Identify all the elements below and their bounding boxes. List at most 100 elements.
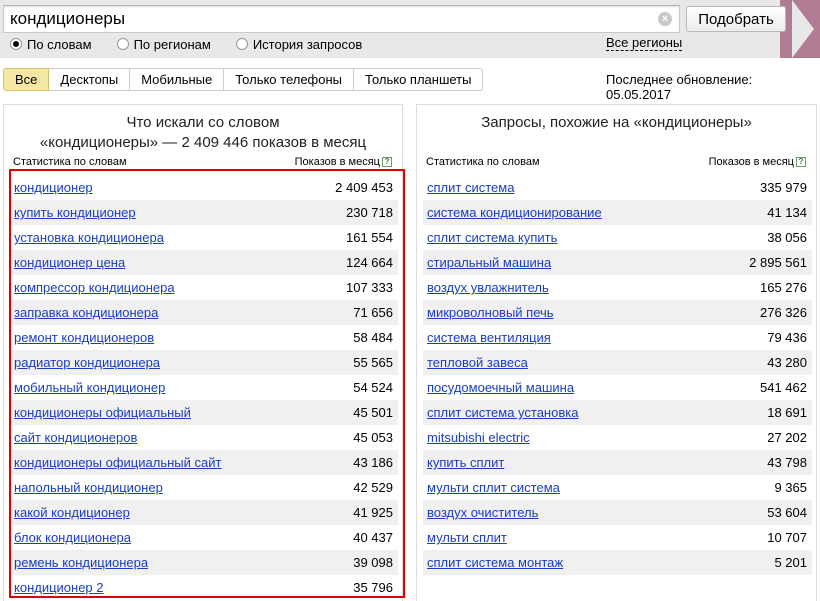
table-row: микроволновый печь 276 326 <box>423 300 812 325</box>
search-mode-group: По словам По регионам История запросов <box>10 35 387 53</box>
impressions-count: 71 656 <box>353 305 393 320</box>
table-row: установка кондиционера 161 554 <box>10 225 398 250</box>
mode-label: По словам <box>27 36 92 52</box>
phrase-link[interactable]: блок кондиционера <box>14 530 131 545</box>
table-row: какой кондиционер 41 925 <box>10 500 398 525</box>
impressions-count: 38 056 <box>767 230 807 245</box>
help-icon[interactable]: ? <box>796 157 806 167</box>
phrase-link[interactable]: купить сплит <box>427 455 504 470</box>
submit-button[interactable]: Подобрать <box>686 6 786 32</box>
phrase-link[interactable]: ремонт кондиционеров <box>14 330 154 345</box>
radio-checked-icon <box>10 38 22 50</box>
right-rows: сплит система 335 979 система кондициониро… <box>423 175 812 575</box>
impressions-count: 5 201 <box>774 555 807 570</box>
right-panel-title: Запросы, похожие на «кондиционеры» <box>481 114 752 131</box>
left-title-line2: «кондиционеры» — 2 409 446 показов в мес… <box>39 134 367 151</box>
search-input[interactable] <box>10 9 650 29</box>
tab-phones-only[interactable]: Только телефоны <box>224 68 355 91</box>
impressions-count: 230 718 <box>346 205 393 220</box>
phrase-link[interactable]: сайт кондиционеров <box>14 430 137 445</box>
last-update: Последнее обновление: 05.05.2017 <box>606 72 753 102</box>
phrase-link[interactable]: заправка кондиционера <box>14 305 158 320</box>
tab-desktops[interactable]: Десктопы <box>49 68 131 91</box>
phrase-link[interactable]: посудомоечный машина <box>427 380 574 395</box>
phrase-link[interactable]: сплит система установка <box>427 405 578 420</box>
left-panel-title: Что искали со словом «кондиционеры» — 2 … <box>4 113 402 153</box>
phrase-link[interactable]: кондиционер 2 <box>14 580 104 595</box>
phrase-link[interactable]: кондиционеры официальный <box>14 405 191 420</box>
left-col-phrase: Статистика по словам <box>13 156 127 168</box>
phrase-link[interactable]: система вентиляция <box>427 330 551 345</box>
tab-tablets-only[interactable]: Только планшеты <box>354 68 484 91</box>
mode-by-regions[interactable]: По регионам <box>116 37 211 52</box>
radio-unchecked-icon <box>235 38 248 50</box>
impressions-count: 10 707 <box>767 530 807 545</box>
phrase-link[interactable]: какой кондиционер <box>14 505 130 520</box>
table-row: стиральный машина 2 895 561 <box>423 250 812 275</box>
impressions-count: 27 202 <box>767 430 807 445</box>
phrase-link[interactable]: мульти сплит система <box>427 480 560 495</box>
impressions-count: 45 501 <box>353 405 393 420</box>
phrase-link[interactable]: тепловой завеса <box>427 355 528 370</box>
impressions-count: 41 925 <box>353 505 393 520</box>
phrase-link[interactable]: компрессор кондиционера <box>14 280 175 295</box>
phrase-link[interactable]: кондиционер <box>14 180 93 195</box>
table-row: мобильный кондиционер 54 524 <box>10 375 398 400</box>
table-row: посудомоечный машина 541 462 <box>423 375 812 400</box>
phrase-link[interactable]: сплит система монтаж <box>427 555 563 570</box>
mode-label: История запросов <box>252 36 363 52</box>
phrase-link[interactable]: кондиционер цена <box>14 255 125 270</box>
phrase-link[interactable]: купить кондиционер <box>14 205 136 220</box>
left-col-count-label: Показов в месяц <box>294 156 380 168</box>
mode-query-history[interactable]: История запросов <box>235 36 363 52</box>
impressions-count: 58 484 <box>353 330 393 345</box>
phrase-link[interactable]: воздух очиститель <box>427 505 538 520</box>
impressions-count: 18 691 <box>767 405 807 420</box>
table-row: ремонт кондиционеров 58 484 <box>10 325 398 350</box>
phrase-link[interactable]: сплит система купить <box>427 230 557 245</box>
tab-all[interactable]: Все <box>3 68 50 91</box>
table-row: система вентиляция 79 436 <box>423 325 812 350</box>
brand-band-notch <box>792 0 814 58</box>
impressions-count: 42 529 <box>353 480 393 495</box>
clear-icon[interactable]: × <box>658 12 672 26</box>
all-regions-link[interactable]: Все регионы <box>606 35 683 51</box>
mode-by-words[interactable]: По словам <box>10 37 92 52</box>
phrase-link[interactable]: кондиционеры официальный сайт <box>14 455 221 470</box>
phrase-link[interactable]: воздух увлажнитель <box>427 280 549 295</box>
phrase-link[interactable]: микроволновый печь <box>427 305 554 320</box>
table-row: сайт кондиционеров 45 053 <box>10 425 398 450</box>
table-row: купить сплит 43 798 <box>423 450 812 475</box>
table-row: блок кондиционера 40 437 <box>10 525 398 550</box>
table-row: воздух увлажнитель 165 276 <box>423 275 812 300</box>
device-tabs: Все Десктопы Мобильные Только телефоны Т… <box>3 68 484 91</box>
tab-mobile[interactable]: Мобильные <box>130 68 225 91</box>
right-col-count-label: Показов в месяц <box>708 156 794 168</box>
phrase-link[interactable]: радиатор кондиционера <box>14 355 160 370</box>
right-col-count: Показов в месяц ? <box>709 156 806 168</box>
phrase-link[interactable]: сплит система <box>427 180 514 195</box>
impressions-count: 165 276 <box>760 280 807 295</box>
phrase-link[interactable]: mitsubishi electric <box>427 430 530 445</box>
impressions-count: 35 796 <box>353 580 393 595</box>
phrase-link[interactable]: мульти сплит <box>427 530 507 545</box>
table-row: сплит система купить 38 056 <box>423 225 812 250</box>
phrase-link[interactable]: ремень кондиционера <box>14 555 148 570</box>
left-rows: кондиционер 2 409 453 купить кондиционер 23… <box>10 175 398 600</box>
table-row: mitsubishi electric 27 202 <box>423 425 812 450</box>
phrase-link[interactable]: напольный кондиционер <box>14 480 163 495</box>
right-col-phrase: Статистика по словам <box>426 156 540 168</box>
table-row: тепловой завеса 43 280 <box>423 350 812 375</box>
phrase-link[interactable]: стиральный машина <box>427 255 551 270</box>
impressions-count: 53 604 <box>767 505 807 520</box>
search-box[interactable]: × <box>3 5 680 33</box>
impressions-count: 2 895 561 <box>749 255 807 270</box>
table-row: воздух очиститель 53 604 <box>423 500 812 525</box>
help-icon[interactable]: ? <box>382 157 392 167</box>
phrase-link[interactable]: установка кондиционера <box>14 230 164 245</box>
phrase-link[interactable]: мобильный кондиционер <box>14 380 165 395</box>
impressions-count: 124 664 <box>346 255 393 270</box>
impressions-count: 107 333 <box>346 280 393 295</box>
impressions-count: 39 098 <box>353 555 393 570</box>
phrase-link[interactable]: система кондиционирование <box>427 205 602 220</box>
